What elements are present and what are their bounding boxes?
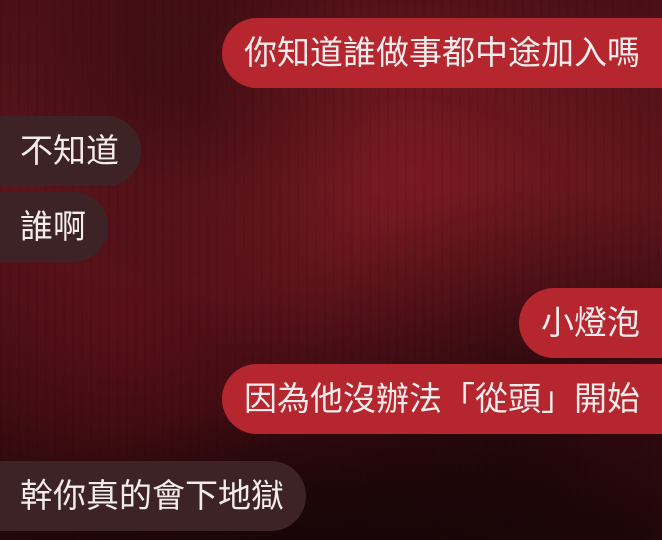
sent-message-bubble[interactable]: 小燈泡 (519, 288, 662, 358)
received-message-bubble[interactable]: 不知道 (0, 116, 141, 186)
received-message-bubble[interactable]: 幹你真的會下地獄 (0, 461, 306, 531)
sent-message-bubble[interactable]: 因為他沒辦法「從頭」開始 (222, 364, 662, 434)
received-message-bubble[interactable]: 誰啊 (0, 192, 108, 262)
sent-message-bubble[interactable]: 你知道誰做事都中途加入嗎 (222, 18, 662, 88)
